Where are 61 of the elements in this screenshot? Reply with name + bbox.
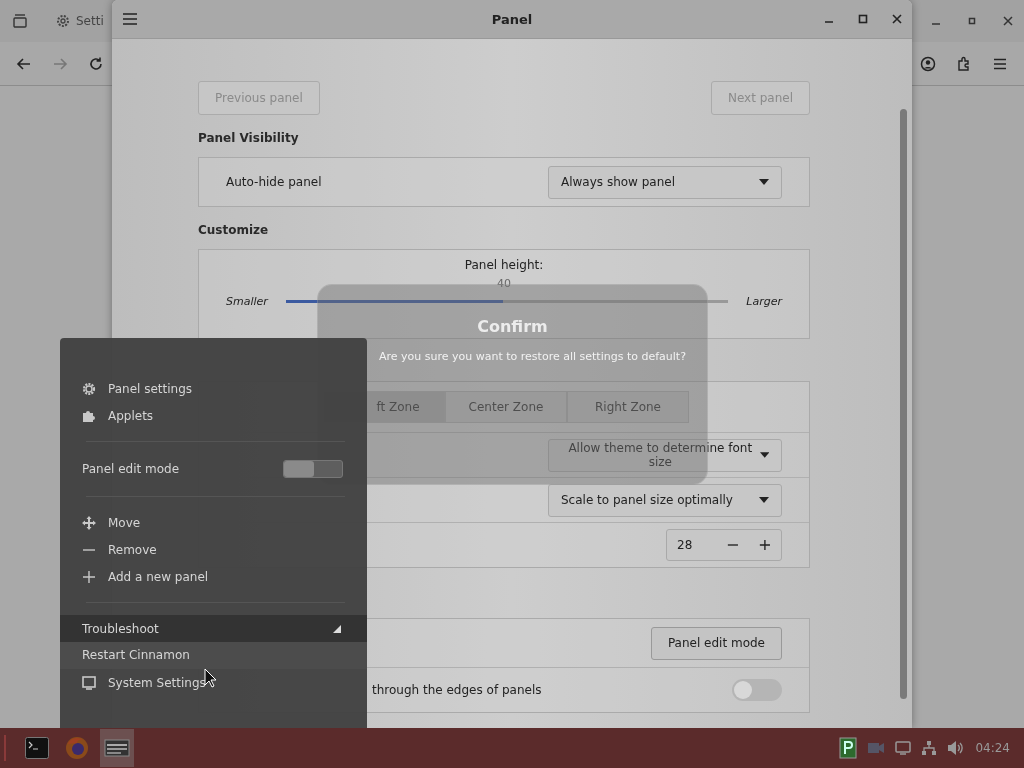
- toggle-switch[interactable]: [283, 460, 343, 478]
- dropdown[interactable]: Allow theme to determine font size: [548, 438, 782, 472]
- clock[interactable]: 04:24: [975, 741, 1010, 755]
- account-icon[interactable]: [920, 56, 936, 72]
- menu-item[interactable]: Move: [60, 509, 367, 536]
- taskbar-app[interactable]: [100, 729, 134, 767]
- caret-icon: [759, 179, 769, 185]
- menu-item[interactable]: Add a new panel: [60, 563, 367, 590]
- minus-icon: [82, 548, 96, 551]
- monitor-icon: [82, 675, 96, 690]
- maximize-icon[interactable]: [967, 16, 977, 26]
- scrollbar-thumb[interactable]: [900, 109, 907, 699]
- gear-icon: [82, 381, 96, 396]
- min-label: Smaller: [226, 295, 268, 308]
- close-icon[interactable]: [1003, 16, 1013, 26]
- plus-icon[interactable]: [759, 538, 771, 552]
- spin-field[interactable]: 28: [666, 529, 782, 561]
- package-p-icon[interactable]: [839, 737, 858, 759]
- menu-icon[interactable]: [122, 12, 138, 26]
- move-icon: [82, 515, 96, 530]
- network-icon[interactable]: [921, 740, 938, 756]
- dropdown[interactable]: Scale to panel size optimally: [548, 483, 782, 517]
- slider-label: Panel height:: [464, 258, 544, 272]
- display-icon[interactable]: [895, 741, 912, 755]
- menu-item[interactable]: System Settings: [60, 669, 367, 696]
- mouse-pointer-icon: [204, 668, 217, 688]
- puzzle-icon: [82, 408, 96, 423]
- slider-track[interactable]: [285, 300, 729, 303]
- tab-overview-icon[interactable]: [12, 13, 28, 29]
- browser-tab-title[interactable]: Setti: [76, 14, 104, 28]
- browser-icon: [65, 736, 89, 760]
- section-heading: Customize: [198, 222, 270, 239]
- panel-edit-mode-button[interactable]: Panel edit mode: [650, 626, 782, 660]
- caret-icon: [759, 497, 769, 503]
- toggle-switch[interactable]: [732, 679, 782, 701]
- menu-icon[interactable]: [992, 56, 1008, 72]
- submenu-item[interactable]: Troubleshoot: [60, 615, 367, 642]
- setting-label: Auto-hide panel: [226, 175, 322, 189]
- window-title: Panel: [491, 11, 533, 27]
- menu-item[interactable]: Remove: [60, 536, 367, 563]
- close-icon[interactable]: [892, 14, 902, 24]
- max-label: Larger: [746, 295, 782, 308]
- dropdown[interactable]: Always show panel: [548, 165, 782, 199]
- extensions-icon[interactable]: [956, 56, 972, 72]
- menu-item[interactable]: Restart Cinnamon: [60, 642, 367, 669]
- back-arrow-icon[interactable]: [16, 56, 32, 72]
- menu-item[interactable]: Panel edit mode: [82, 462, 180, 476]
- dialog-message: Are you sure you want to restore all settings to default?: [379, 350, 686, 363]
- dialog-title: Confirm: [477, 317, 548, 336]
- terminal-icon: [25, 737, 49, 759]
- settings-icon: [55, 13, 71, 29]
- window-thumbnail-icon: [104, 738, 130, 758]
- section-heading: Panel Visibility: [198, 130, 300, 147]
- setting-label: through the edges of panels: [372, 683, 542, 697]
- reload-icon[interactable]: [88, 56, 104, 72]
- slider-value: 40: [497, 277, 511, 290]
- maximize-icon[interactable]: [858, 14, 868, 24]
- caret-icon: [759, 452, 769, 458]
- triangle-up-icon: [333, 624, 341, 633]
- volume-icon[interactable]: [947, 740, 966, 756]
- plus-icon: [82, 569, 96, 584]
